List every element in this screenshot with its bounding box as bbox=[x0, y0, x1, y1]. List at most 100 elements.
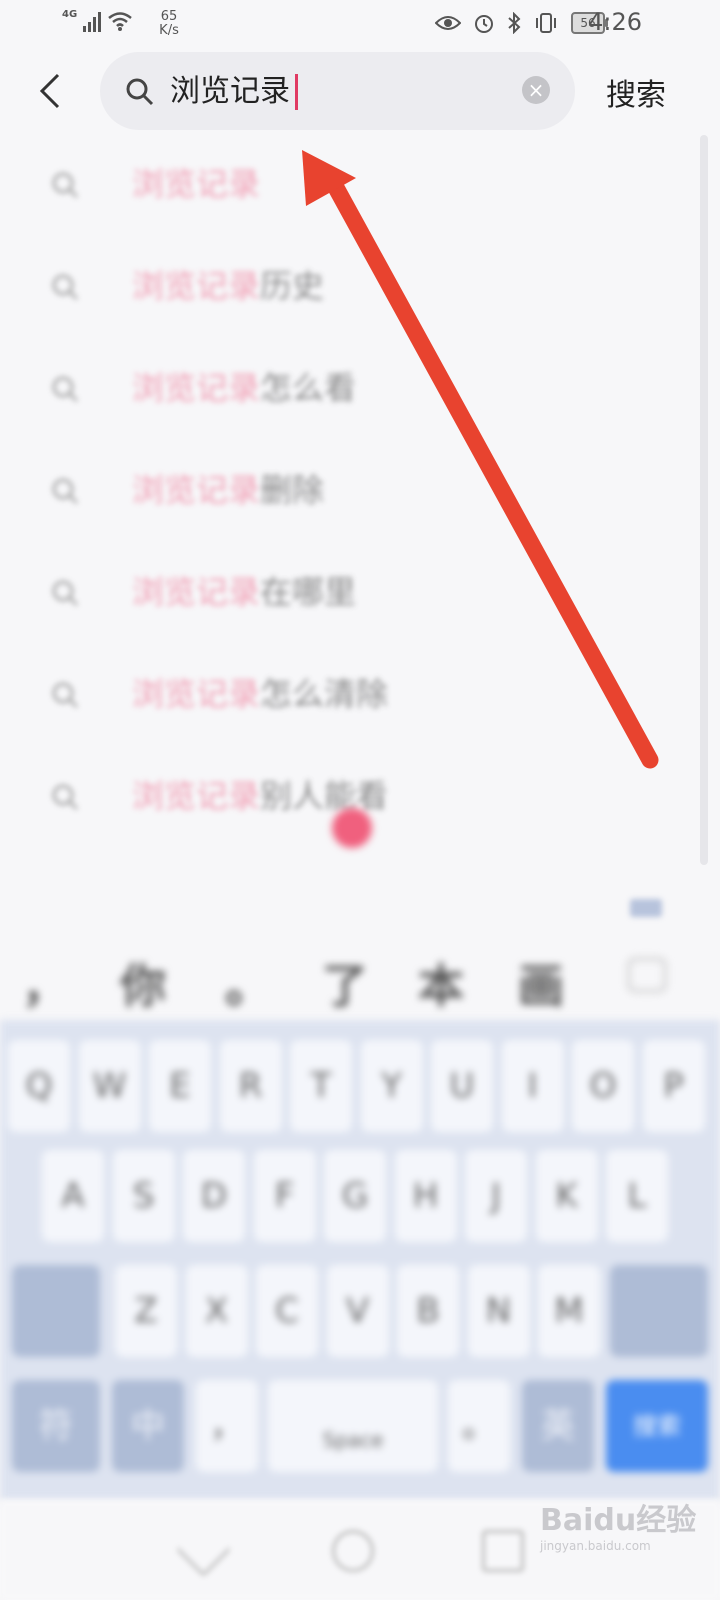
speed-value: 65 bbox=[160, 9, 178, 24]
suggestion-text: 浏览记录 bbox=[132, 164, 260, 204]
suggestion-highlight: 浏览记录 bbox=[132, 471, 261, 509]
chevron-left-icon bbox=[39, 73, 60, 109]
search-icon bbox=[52, 172, 79, 199]
english-key[interactable]: 英 bbox=[522, 1380, 594, 1472]
search-button[interactable]: 搜索 bbox=[606, 70, 666, 114]
keyboard-key[interactable]: Q bbox=[8, 1040, 70, 1132]
candidate[interactable]: 了 bbox=[322, 950, 368, 1016]
search-bar[interactable]: 浏览记录 bbox=[100, 52, 575, 130]
period-key[interactable]: 。 bbox=[448, 1380, 510, 1472]
network-type: 4G bbox=[62, 9, 78, 20]
enter-search-key[interactable]: 搜索 bbox=[606, 1380, 708, 1472]
keyboard-key[interactable]: O bbox=[572, 1040, 634, 1132]
search-icon bbox=[52, 376, 79, 403]
clear-icon[interactable]: × bbox=[522, 76, 550, 104]
lang-key[interactable]: 中 bbox=[112, 1380, 184, 1472]
clock: 4:26 bbox=[588, 8, 642, 36]
suggestion-text: 浏览记录在哪里 bbox=[132, 572, 356, 612]
suggestion-highlight: 浏览记录 bbox=[132, 777, 261, 815]
search-icon bbox=[52, 478, 79, 505]
suggestion-rest: 历史 bbox=[260, 267, 325, 305]
space-key[interactable]: Space bbox=[268, 1380, 438, 1472]
back-button[interactable] bbox=[30, 68, 70, 114]
candidate-expand-icon[interactable] bbox=[625, 955, 669, 995]
search-icon bbox=[124, 76, 156, 108]
wifi-icon bbox=[108, 12, 132, 31]
suggestion-text: 浏览记录历史 bbox=[132, 266, 324, 306]
status-bar: 4G 65 K/s 56 4:26 bbox=[0, 0, 720, 48]
suggestion-list: 浏览记录 浏览记录历史 浏览记录怎么看 浏览记录删除 浏览记录在哪里 浏览记录怎么清除 浏览… bbox=[0, 134, 700, 848]
suggestion-highlight: 浏览记录 bbox=[132, 369, 261, 407]
keyboard-key[interactable]: E bbox=[149, 1040, 211, 1132]
keyboard-key[interactable]: C bbox=[256, 1265, 318, 1357]
candidate[interactable]: ， bbox=[22, 950, 68, 1016]
keyboard-key[interactable]: V bbox=[326, 1265, 389, 1357]
suggestion-text: 浏览记录怎么看 bbox=[132, 368, 356, 408]
suggestion-rest: 怎么清除 bbox=[260, 675, 389, 713]
symbol-key[interactable]: 符 bbox=[12, 1380, 100, 1472]
comma-key[interactable]: ， bbox=[196, 1380, 258, 1472]
keyboard-key[interactable]: A bbox=[42, 1150, 104, 1242]
nav-recents-icon[interactable] bbox=[482, 1530, 524, 1572]
keyboard-key[interactable]: T bbox=[290, 1040, 352, 1132]
suggestion-rest: 怎么看 bbox=[260, 369, 357, 407]
keyboard-key[interactable]: I bbox=[501, 1040, 564, 1132]
watermark-logo: Baidu经验 bbox=[540, 1503, 697, 1538]
keyboard-key[interactable]: M bbox=[538, 1265, 600, 1357]
suggestion-item[interactable]: 浏览记录历史 bbox=[0, 236, 700, 338]
status-icons: 56 bbox=[435, 12, 608, 34]
text-cursor bbox=[295, 74, 298, 110]
suggestion-item[interactable]: 浏览记录删除 bbox=[0, 440, 700, 542]
suggestion-highlight: 浏览记录 bbox=[132, 573, 261, 611]
search-icon bbox=[52, 784, 79, 811]
keyboard-collapse-icon[interactable] bbox=[628, 895, 664, 919]
suggestion-item[interactable]: 浏览记录 bbox=[0, 134, 700, 236]
suggestion-item[interactable]: 浏览记录怎么清除 bbox=[0, 644, 700, 746]
watermark: Baidu经验 jingyan.baidu.com bbox=[540, 1495, 696, 1553]
signal-icon bbox=[83, 10, 102, 32]
keyboard-key[interactable]: D bbox=[183, 1150, 245, 1242]
vibrate-icon bbox=[536, 13, 556, 33]
keyboard-key[interactable]: U bbox=[431, 1040, 493, 1132]
keyboard-key[interactable]: L bbox=[606, 1150, 668, 1242]
suggestion-text: 浏览记录删除 bbox=[132, 470, 324, 510]
nav-back-icon[interactable] bbox=[175, 1521, 232, 1578]
keyboard-key[interactable]: G bbox=[324, 1150, 386, 1242]
nav-home-icon[interactable] bbox=[332, 1530, 374, 1572]
scrollbar[interactable] bbox=[700, 135, 708, 865]
keyboard: Q W E R T Y U I O P A S D F G H J K L Z X C V B N M 符中， Space。英搜索 bbox=[0, 1020, 720, 1500]
suggestion-highlight: 浏览记录 bbox=[132, 675, 261, 713]
keyboard-key[interactable]: R bbox=[219, 1040, 282, 1132]
delete-key[interactable] bbox=[610, 1265, 708, 1357]
keyboard-key[interactable]: W bbox=[78, 1040, 141, 1132]
candidate[interactable]: 。 bbox=[225, 950, 271, 1016]
voice-input-button[interactable] bbox=[332, 808, 372, 848]
shift-key[interactable] bbox=[12, 1265, 100, 1357]
keyboard-key[interactable]: H bbox=[394, 1150, 457, 1242]
watermark-url: jingyan.baidu.com bbox=[540, 1539, 651, 1553]
keyboard-key[interactable]: F bbox=[253, 1150, 316, 1242]
search-input[interactable]: 浏览记录 bbox=[170, 70, 500, 114]
suggestion-rest: 删除 bbox=[260, 471, 325, 509]
candidate-bar: ， 你 。 了 本 画 bbox=[0, 930, 720, 1020]
status-left: 4G 65 K/s bbox=[62, 10, 179, 38]
suggestion-item[interactable]: 浏览记录在哪里 bbox=[0, 542, 700, 644]
keyboard-key[interactable]: Z bbox=[115, 1265, 177, 1357]
keyboard-key[interactable]: Y bbox=[360, 1040, 423, 1132]
candidate[interactable]: 画 bbox=[518, 950, 564, 1016]
keyboard-key[interactable]: J bbox=[465, 1150, 527, 1242]
speed-unit: K/s bbox=[159, 23, 179, 38]
network-speed: 65 K/s bbox=[159, 10, 179, 38]
keyboard-key[interactable]: N bbox=[467, 1265, 530, 1357]
keyboard-key[interactable]: X bbox=[185, 1265, 248, 1357]
suggestion-item[interactable]: 浏览记录怎么看 bbox=[0, 338, 700, 440]
suggestion-rest: 在哪里 bbox=[260, 573, 357, 611]
suggestion-rest: 别人能看 bbox=[260, 777, 389, 815]
keyboard-key[interactable]: S bbox=[112, 1150, 175, 1242]
keyboard-key[interactable]: K bbox=[535, 1150, 598, 1242]
candidate[interactable]: 你 bbox=[120, 950, 166, 1016]
candidate[interactable]: 本 bbox=[418, 950, 464, 1016]
bluetooth-icon bbox=[508, 12, 521, 34]
keyboard-key[interactable]: P bbox=[642, 1040, 705, 1132]
keyboard-key[interactable]: B bbox=[397, 1265, 459, 1357]
